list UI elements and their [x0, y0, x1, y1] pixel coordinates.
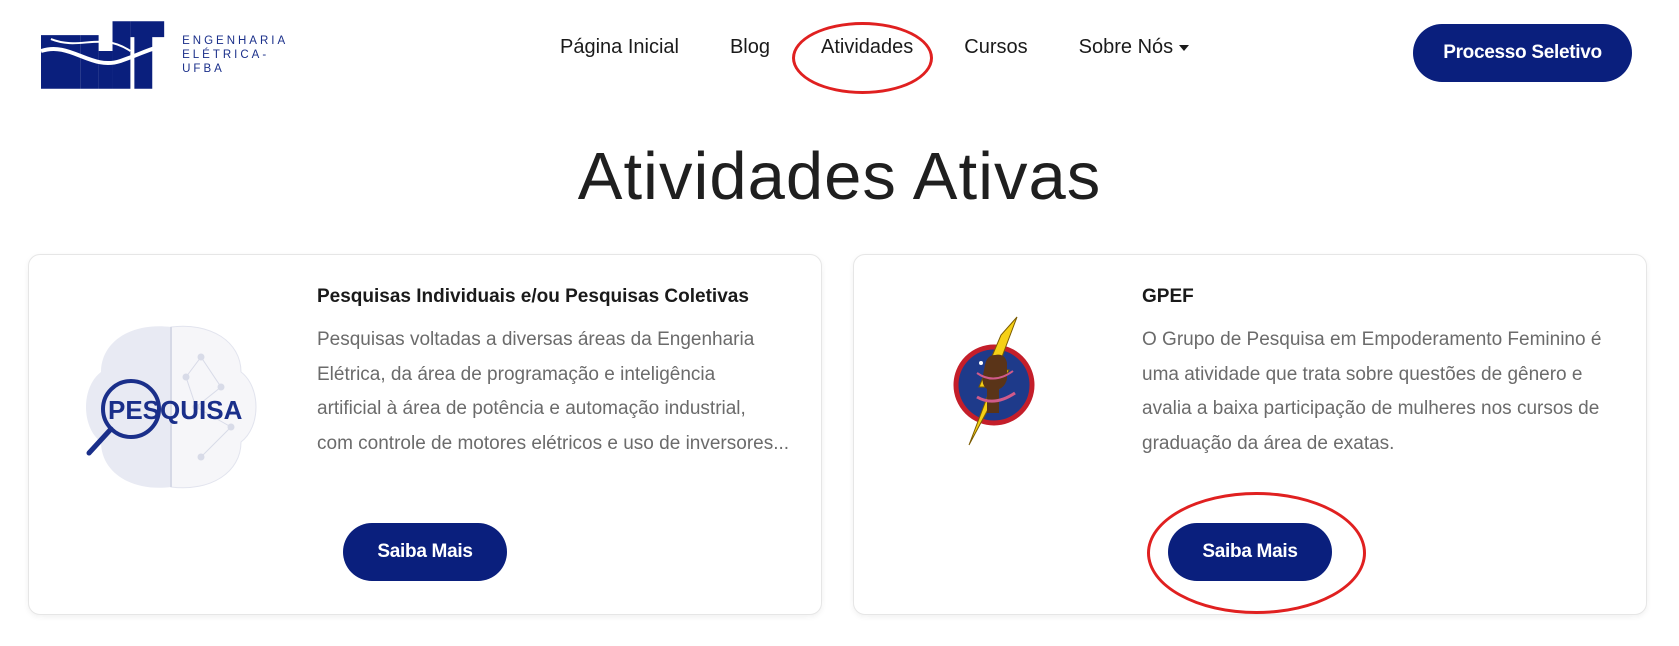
- card-description-line: uma atividade que trata sobre questões d…: [1142, 363, 1583, 385]
- card-description-line: Pesquisas voltadas a diversas áreas da E…: [317, 329, 755, 350]
- card-description-line: com controle de motores elétricos e uso …: [317, 432, 790, 454]
- nav-item-blog[interactable]: Blog: [730, 36, 770, 59]
- page-title: Atividades Ativas: [577, 139, 1102, 214]
- logo-text-line-1: ENGENHARIA: [182, 35, 289, 47]
- saiba-mais-button[interactable]: Saiba Mais: [343, 523, 507, 581]
- nav-item-atividades[interactable]: Atividades: [821, 36, 913, 59]
- processo-seletivo-button[interactable]: Processo Seletivo: [1413, 24, 1632, 82]
- logo-text-line-2: ELÉTRICA-UFBA: [182, 49, 270, 75]
- card-title: GPEF: [1142, 286, 1194, 307]
- gpef-fist-lightning-image: [953, 316, 1035, 446]
- nav-item-cursos[interactable]: Cursos: [964, 36, 1027, 59]
- saiba-mais-button[interactable]: Saiba Mais: [1168, 523, 1332, 581]
- activity-card-gpef: GPEF O Grupo de Pesquisa em Empoderament…: [853, 254, 1647, 615]
- nav-item-pagina-inicial[interactable]: Página Inicial: [560, 36, 679, 59]
- nav-item-sobre-nos-label: Sobre Nós: [1078, 36, 1174, 58]
- card-description-line: Elétrica, da área de programação e intel…: [317, 363, 716, 385]
- card-description-line: O Grupo de Pesquisa em Empoderamento Fem…: [1142, 329, 1602, 350]
- card-description-line: graduação da área de exatas.: [1142, 432, 1395, 454]
- logo-mark-icon: [41, 21, 175, 89]
- card-title: Pesquisas Individuais e/ou Pesquisas Col…: [317, 286, 749, 307]
- site-logo[interactable]: ENGENHARIA ELÉTRICA-UFBA: [41, 20, 311, 90]
- nav-item-sobre-nos[interactable]: Sobre Nós: [1079, 36, 1190, 59]
- site-header: ENGENHARIA ELÉTRICA-UFBA Página Inicial …: [0, 0, 1679, 108]
- pesquisa-image-text: PESQUISA: [108, 395, 243, 425]
- caret-down-icon: [1179, 44, 1190, 51]
- card-description-line: artificial à área de potência e automaçã…: [317, 398, 746, 419]
- card-description-line: avalia a baixa participação de mulheres …: [1142, 398, 1600, 419]
- main-nav: Página Inicial Blog Atividades Cursos So…: [560, 36, 1240, 59]
- card-description: O Grupo de Pesquisa em Empoderamento Fem…: [1142, 323, 1617, 461]
- card-description: Pesquisas voltadas a diversas áreas da E…: [317, 323, 792, 461]
- pesquisa-brain-image: PESQUISA: [86, 325, 257, 489]
- activity-card-pesquisas: PESQUISA Pesquisas Individuais e/ou Pesq…: [28, 254, 822, 615]
